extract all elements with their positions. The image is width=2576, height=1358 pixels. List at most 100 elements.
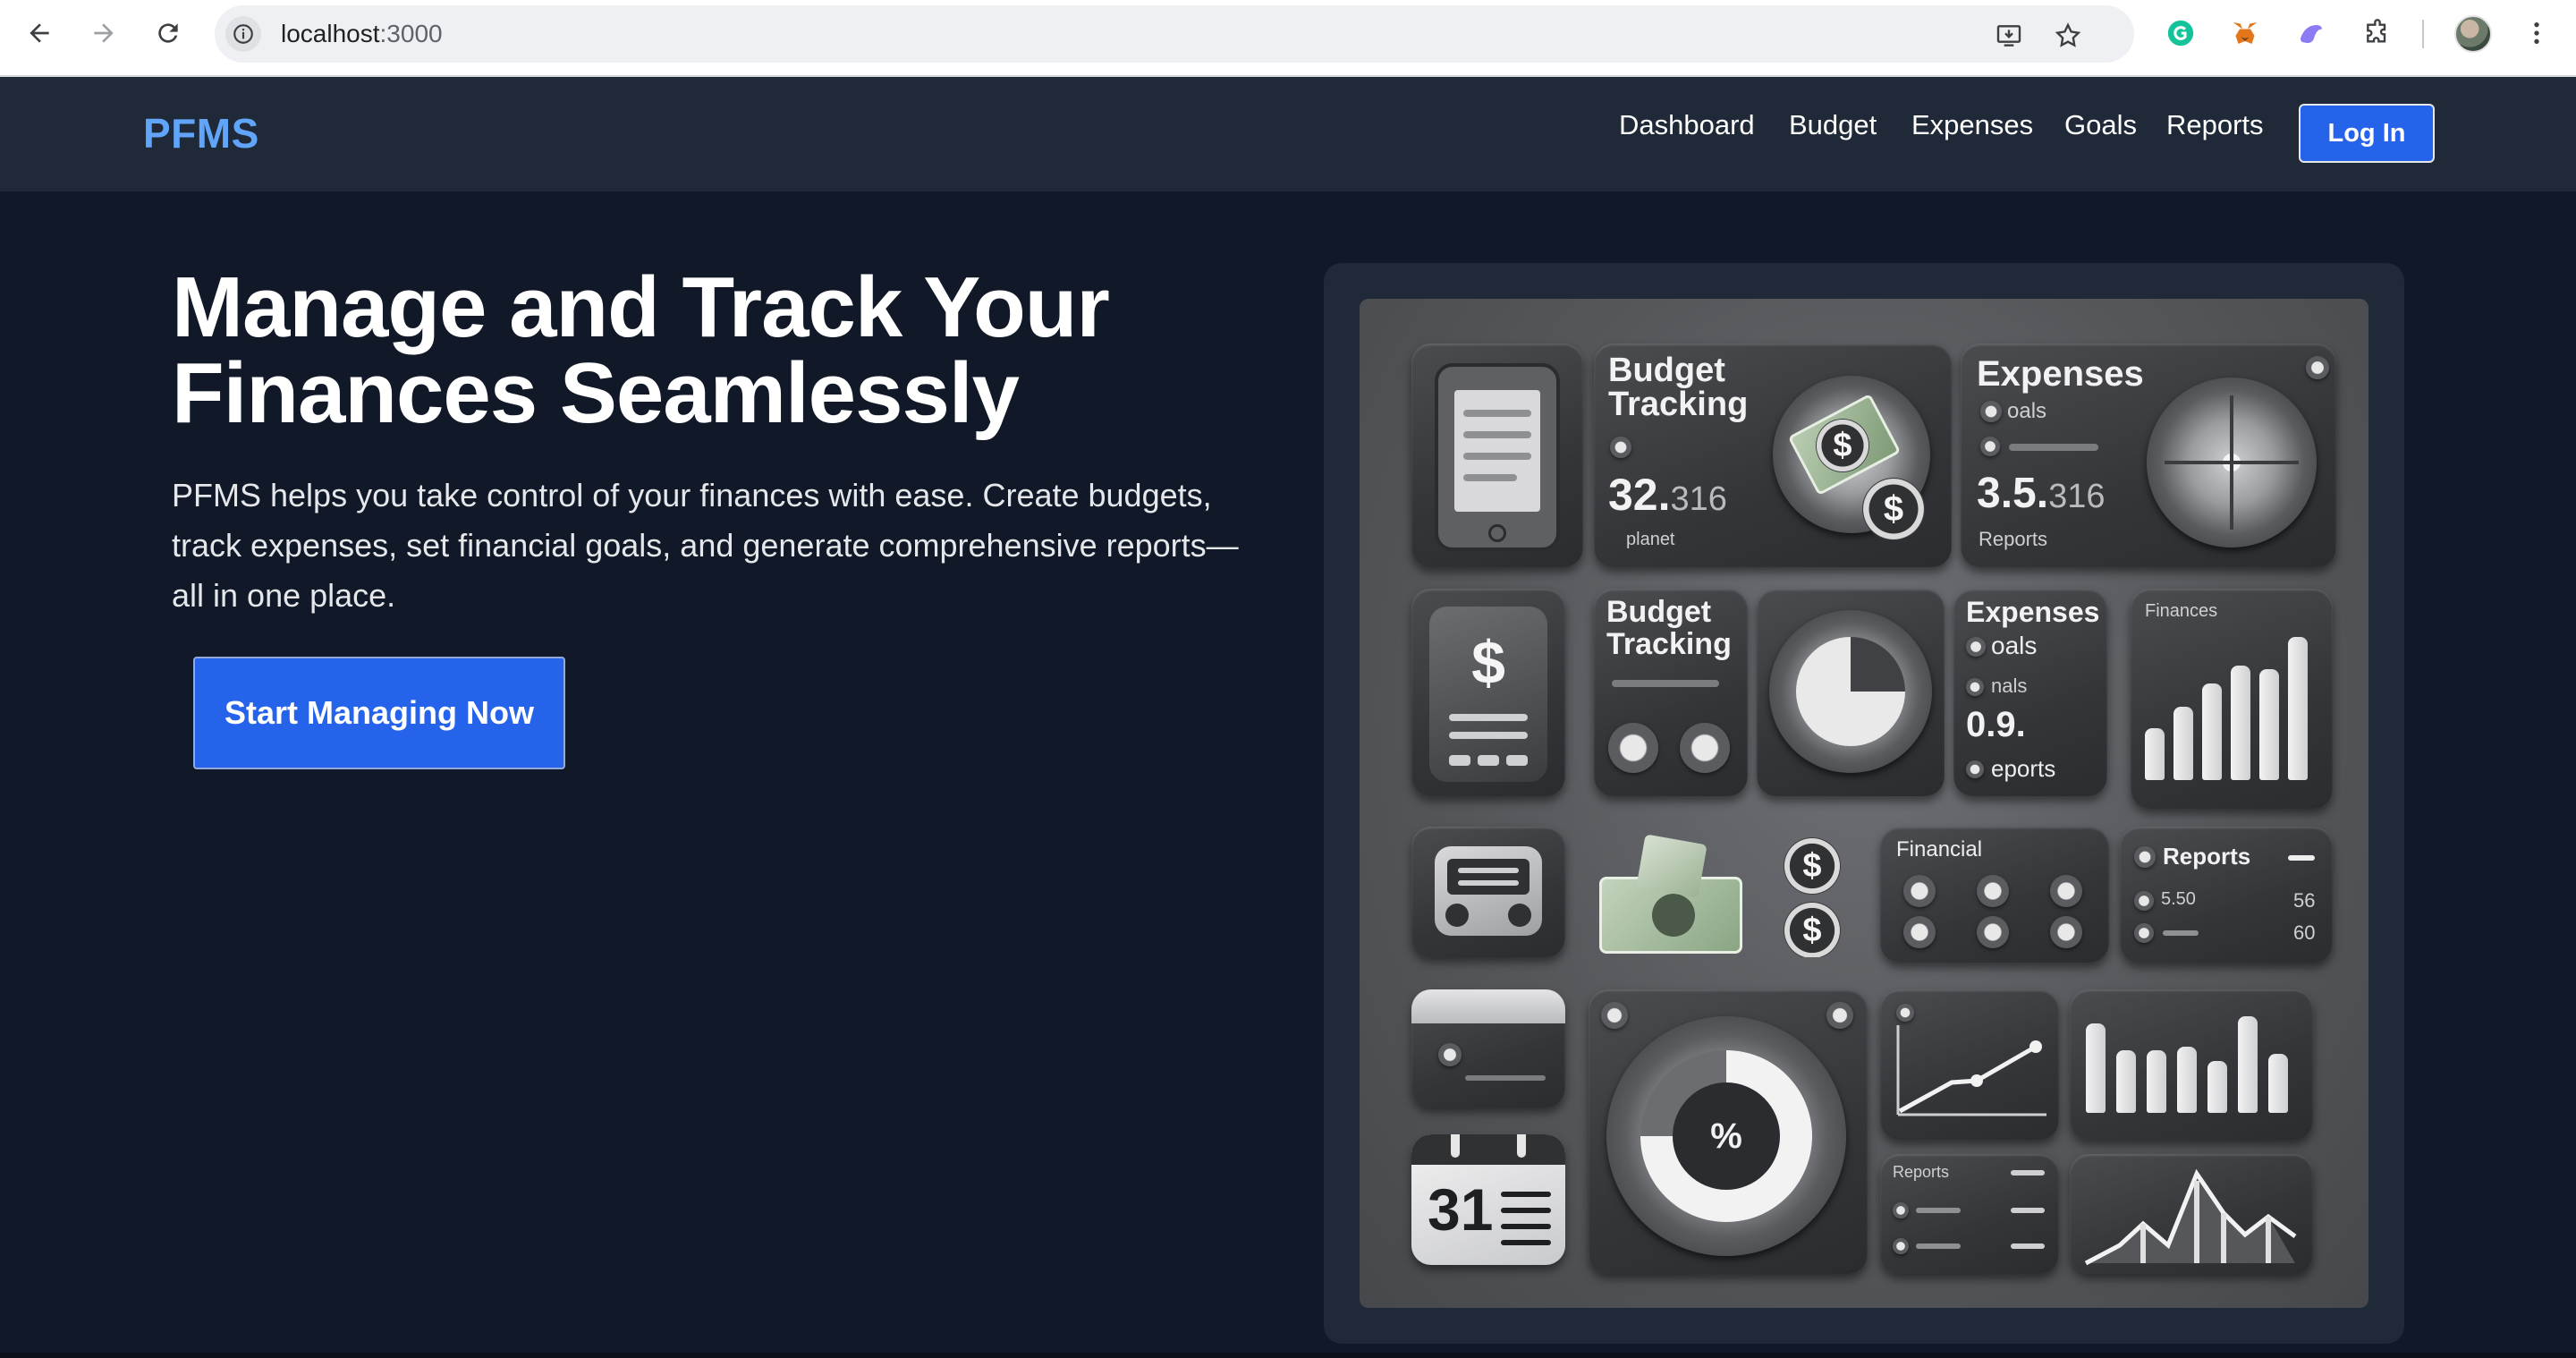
reports-title: Reports — [2163, 843, 2251, 870]
expenses-value-small: 316 — [2048, 478, 2106, 515]
bar-chart-tile — [2070, 989, 2313, 1140]
bookmark-star-icon[interactable] — [2052, 20, 2084, 52]
financial-title: Financial — [1896, 837, 1983, 861]
small-dot-icon — [1966, 760, 1984, 778]
small-dot-icon — [1980, 401, 2002, 422]
chart-bar — [2207, 1061, 2227, 1113]
chart-bar — [2288, 637, 2308, 780]
brand-logo[interactable]: PFMS — [143, 109, 259, 157]
nav-link-reports[interactable]: Reports — [2166, 109, 2264, 141]
area-chart-icon — [2084, 1168, 2297, 1266]
small-dot-icon — [1438, 1043, 1462, 1066]
expenses2-goals: oals — [1991, 632, 2038, 659]
nav-link-expenses[interactable]: Expenses — [1911, 109, 2033, 141]
percent-icon: % — [1673, 1082, 1780, 1190]
hero-subtitle-line1: PFMS helps you take control of your fina… — [172, 477, 1212, 513]
financial-controls-tile: Financial — [1880, 827, 2109, 963]
small-dot-icon — [1601, 1002, 1628, 1029]
app-navbar: PFMS Dashboard Budget Expenses Goals Rep… — [0, 77, 2576, 191]
chart-bar — [2177, 1047, 2197, 1113]
control-knob-icon — [1977, 916, 2009, 948]
grammarly-extension-icon[interactable] — [2163, 15, 2199, 51]
progress-dial-tile: % — [1589, 989, 1868, 1274]
hero-title-line2: Finances Seamlessly — [172, 345, 1020, 441]
expenses-sub: oals — [2007, 399, 2047, 423]
calculator-icon: $ — [1429, 607, 1547, 782]
expenses-caption: Reports — [1979, 528, 2048, 550]
hero-subtitle-line2: track expenses, set financial goals, and… — [172, 527, 1239, 564]
url-port: :3000 — [379, 20, 443, 47]
reports-small-tile: Reports — [1880, 1154, 2059, 1274]
reports-row2-right: 60 — [2293, 921, 2316, 944]
phone-icon — [1435, 363, 1560, 551]
chart-bar — [2231, 666, 2250, 780]
reports-row1-right: 56 — [2293, 889, 2316, 912]
budget-value: 32.316 — [1608, 469, 1727, 521]
chart-bar — [2147, 1050, 2166, 1113]
metamask-extension-icon[interactable] — [2227, 15, 2263, 51]
install-app-icon[interactable] — [1993, 20, 2025, 52]
address-bar[interactable]: localhost:3000 — [215, 5, 2134, 63]
dollar-coin-icon: $ — [1816, 419, 1869, 472]
toolbar-separator — [2422, 20, 2424, 48]
chart-bar — [2116, 1050, 2136, 1113]
start-managing-button[interactable]: Start Managing Now — [193, 657, 565, 769]
budget-tracking-label-2: Tracking — [1608, 386, 1749, 423]
area-chart-tile — [2070, 1154, 2313, 1274]
arrow-right-icon — [94, 23, 114, 43]
nav-link-dashboard[interactable]: Dashboard — [1619, 109, 1755, 141]
small-dot-icon — [1966, 678, 1984, 696]
extensions-puzzle-icon[interactable] — [2360, 15, 2395, 51]
url-host: localhost — [281, 20, 380, 47]
small-dot-icon — [1893, 1238, 1909, 1254]
dollar-coin-icon-2: $ — [1862, 478, 1925, 540]
progress-ring-icon: % — [1606, 1016, 1846, 1256]
small-dot-icon — [2134, 923, 2154, 943]
small-dot-icon — [1826, 1002, 1853, 1029]
browser-menu-icon[interactable] — [2519, 15, 2555, 51]
reports-panel-tile: Reports 5.50 56 60 — [2120, 827, 2333, 963]
hero-illustration-frame: Budget Tracking 32.316 planet $ $ Expens… — [1324, 263, 2404, 1344]
chart-bar — [2268, 1054, 2288, 1113]
budget-tracking-label-1: Budget — [1608, 352, 1725, 389]
pie-dial-tile — [1757, 589, 1945, 796]
small-dot-icon — [1966, 637, 1986, 657]
control-knob-icon — [1903, 916, 1936, 948]
finance-dashboard-illustration: Budget Tracking 32.316 planet $ $ Expens… — [1360, 299, 2368, 1308]
expenses-value: 3.5.316 — [1977, 469, 2105, 518]
nav-link-goals[interactable]: Goals — [2064, 109, 2137, 141]
small-dot-icon — [1893, 1202, 1909, 1218]
line-chart-tile — [1880, 989, 2059, 1140]
control-knob-icon — [1903, 875, 1936, 907]
reload-icon — [158, 23, 178, 43]
hero-subtitle-line3: all in one place. — [172, 577, 396, 614]
small-dot-icon — [1980, 437, 2000, 456]
nav-link-budget[interactable]: Budget — [1789, 109, 1877, 141]
back-button[interactable] — [21, 15, 57, 51]
budget-caption: planet — [1626, 530, 1675, 549]
profile-avatar[interactable] — [2454, 15, 2492, 53]
expenses-title: Expenses — [1977, 354, 2144, 394]
hero-title: Manage and Track Your Finances Seamlessl… — [172, 265, 1335, 437]
pie-dial-icon — [1769, 610, 1932, 773]
expenses2-title: Expenses — [1966, 596, 2100, 628]
login-button[interactable]: Log In — [2299, 104, 2435, 163]
small-dot-icon — [1610, 437, 1631, 458]
dollar-coin-icon-4: $ — [1784, 902, 1841, 957]
forward-button[interactable] — [86, 15, 122, 51]
site-info-icon[interactable] — [225, 16, 261, 52]
reports-row1: 5.50 — [2161, 889, 2196, 909]
reports-small-title: Reports — [1893, 1163, 1950, 1181]
chart-bar — [2145, 728, 2165, 780]
expenses-small-tile: Expenses oals nals 0.9. eports — [1953, 589, 2107, 796]
dollar-coin-icon-3: $ — [1784, 837, 1841, 895]
wallet-tile — [1411, 827, 1565, 957]
phone-tile — [1411, 344, 1583, 567]
line-chart-icon — [1896, 1025, 2046, 1116]
purple-extension-icon[interactable] — [2293, 15, 2329, 51]
wallet-icon — [1435, 846, 1542, 936]
budget2-label-1: Budget — [1606, 595, 1712, 629]
arrow-left-icon — [30, 23, 49, 43]
reload-button[interactable] — [150, 15, 186, 51]
budget2-label-2: Tracking — [1606, 627, 1732, 661]
